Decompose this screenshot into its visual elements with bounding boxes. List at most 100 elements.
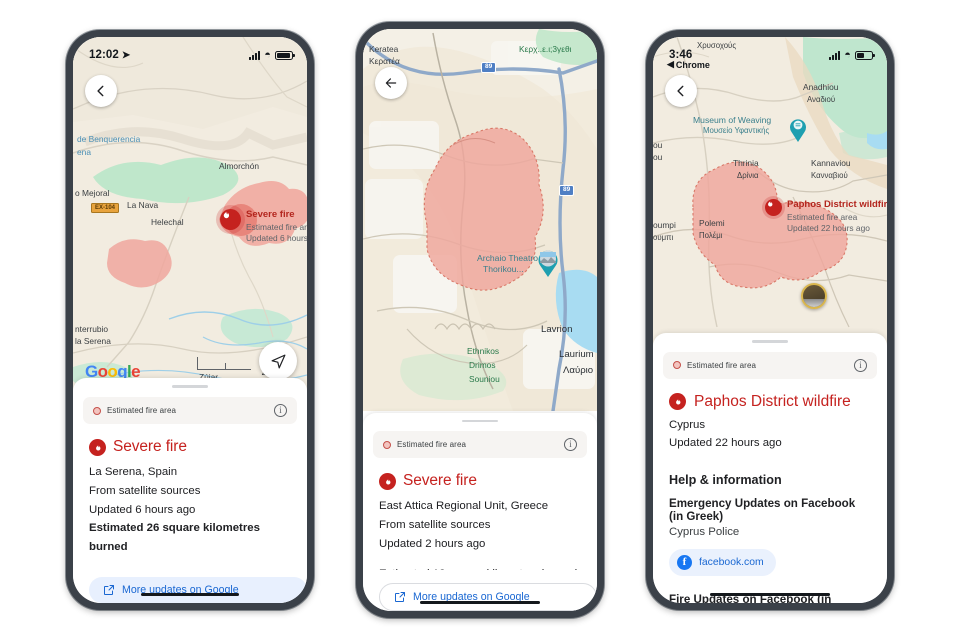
status-time: 12:02: [89, 49, 119, 61]
fire-icon-badge: [765, 199, 782, 216]
back-button[interactable]: [665, 75, 697, 107]
legend-label: Estimated fire area: [687, 360, 757, 370]
navigate-icon: [271, 354, 285, 368]
cellular-signal-icon: [249, 50, 261, 60]
fire-map-callout[interactable]: Severe fire Estimated fire area Updated …: [220, 209, 307, 244]
fire-map-callout[interactable]: Paphos District wildfire Estimated fire …: [765, 199, 887, 234]
fire-area-swatch-icon: [673, 361, 681, 370]
fire-source: From satellite sources: [379, 519, 491, 532]
road-shield-badge: EX-104: [91, 203, 120, 214]
help-link-item[interactable]: Emergency Updates on Facebook (in Greek)…: [669, 497, 871, 577]
back-arrow-icon: [385, 78, 397, 88]
fire-icon-badge: [669, 393, 686, 411]
fire-icon-badge: [220, 209, 241, 230]
legend-row: Estimated fire area i: [663, 351, 877, 379]
help-link-source: Cyprus Police: [669, 526, 740, 539]
fire-heading: Severe fire: [89, 438, 291, 456]
fire-callout-text: Severe fire Estimated fire area Updated …: [246, 209, 307, 244]
phone-spain-screen: de Benquerencia ena Almorchón o Mejoral …: [73, 37, 307, 603]
fire-location: Cyprus: [669, 418, 706, 431]
map-greece[interactable]: Keratea Κερατέα Κερχ..ε.ι;3γεθι 89 89 Ar…: [363, 29, 597, 411]
status-bar-spain: 12:02 ➤ ◓: [73, 37, 307, 67]
external-link-icon: [104, 585, 114, 595]
phone-spain: de Benquerencia ena Almorchón o Mejoral …: [66, 30, 314, 610]
more-updates-button[interactable]: More updates on Google: [379, 583, 597, 611]
info-icon[interactable]: i: [854, 358, 867, 372]
sheet-grabber[interactable]: [172, 385, 208, 388]
place-pin-icon: [790, 119, 806, 142]
back-to-app-indicator[interactable]: ◀ Chrome: [667, 59, 710, 70]
phone-greece-screen: Keratea Κερατέα Κερχ..ε.ι;3γεθι 89 89 Ar…: [363, 29, 597, 611]
fire-area-swatch-icon: [93, 406, 101, 415]
help-information-heading: Help & information: [669, 473, 782, 488]
battery-icon: [855, 50, 875, 60]
fire-location: La Serena, Spain: [89, 466, 178, 478]
fire-title: Severe fire: [403, 472, 477, 490]
wifi-icon: ◓: [264, 48, 271, 61]
map-spain[interactable]: de Benquerencia ena Almorchón o Mejoral …: [73, 37, 307, 392]
fire-callout-line2: Estimated fire area: [246, 221, 307, 232]
highway-shield: 89: [481, 62, 497, 73]
fire-callout-title: Paphos District wildfire: [787, 199, 887, 210]
fire-callout-text: Paphos District wildfire Estimated fire …: [787, 199, 887, 234]
back-arrow-icon: [97, 85, 104, 97]
status-left: 12:02 ➤: [89, 49, 130, 61]
info-icon[interactable]: i: [274, 404, 287, 417]
fire-icon-badge: [379, 472, 396, 490]
highway-shield: 89: [559, 185, 575, 196]
fire-details-sheet-greece: Estimated fire area i Severe fire East A…: [363, 413, 597, 611]
sheet-grabber[interactable]: [752, 340, 788, 343]
facebook-chip-label: facebook.com: [699, 557, 764, 569]
fire-source: From satellite sources: [89, 484, 201, 497]
fire-details-sheet-cyprus: Estimated fire area i Paphos District wi…: [653, 333, 887, 603]
fire-icon-badge: [89, 438, 106, 456]
sheet-body: Paphos District wildfire Cyprus Updated …: [653, 379, 887, 603]
recenter-button[interactable]: [259, 342, 297, 380]
phone-cyprus-screen: Χρυσοχούς Anadhiou Αναδιού Museum of Wea…: [653, 37, 887, 603]
legend-label: Estimated fire area: [397, 440, 467, 450]
fire-callout-line2: Estimated fire area: [787, 211, 858, 222]
fire-burned-area: Estimated 13 square kilometres burned: [379, 565, 581, 570]
fire-burned-area: Estimated 26 square kilometres burned: [89, 522, 260, 554]
photo-place-pin[interactable]: [535, 247, 561, 277]
phone-greece: Keratea Κερατέα Κερχ..ε.ι;3γεθι 89 89 Ar…: [356, 22, 604, 618]
cellular-signal-icon: [829, 50, 841, 60]
back-triangle-icon: ◀: [667, 59, 674, 69]
fire-heading: Paphos District wildfire: [669, 393, 871, 411]
home-indicator: [420, 600, 540, 604]
sheet-body: Severe fire La Serena, Spain From satell…: [73, 424, 307, 564]
fire-icon: [223, 210, 230, 219]
fire-callout-line3: Updated 22 hours ago: [787, 222, 870, 233]
map-cyprus[interactable]: Χρυσοχούς Anadhiou Αναδιού Museum of Wea…: [653, 37, 887, 347]
back-button[interactable]: [375, 67, 407, 99]
fire-icon: [768, 200, 773, 207]
fire-updated: Updated 22 hours ago: [669, 437, 782, 450]
info-icon[interactable]: i: [564, 438, 577, 452]
fire-title: Severe fire: [113, 438, 187, 455]
legend-row: Estimated fire area i: [373, 431, 587, 459]
legend-row: Estimated fire area i: [83, 397, 297, 424]
sheet-body: Severe fire East Attica Regional Unit, G…: [363, 458, 597, 570]
fire-updated: Updated 2 hours ago: [379, 537, 486, 550]
fire-callout-line3: Updated 6 hours ago: [246, 232, 307, 243]
more-updates-button[interactable]: More updates on Google: [89, 577, 307, 603]
battery-icon: [275, 50, 295, 60]
sheet-grabber[interactable]: [462, 420, 498, 423]
fire-icon: [676, 398, 681, 405]
location-arrow-icon: ➤: [121, 49, 131, 61]
fire-callout-title: Severe fire: [246, 209, 295, 220]
wifi-icon: ◓: [844, 48, 851, 61]
home-indicator: [710, 592, 830, 596]
museum-place-pin[interactable]: [787, 115, 809, 142]
help-link-title: Emergency Updates on Facebook (in Greek): [669, 497, 856, 524]
status-right: ◓: [249, 48, 295, 61]
facebook-icon: f: [677, 555, 692, 571]
fire-icon: [96, 443, 101, 451]
phone-cyprus: Χρυσοχούς Anadhiou Αναδιού Museum of Wea…: [646, 30, 894, 610]
back-button[interactable]: [85, 75, 117, 107]
fire-details-sheet-spain: Estimated fire area i Severe fire La Ser…: [73, 378, 307, 603]
facebook-link-chip[interactable]: f facebook.com: [669, 549, 776, 577]
external-link-icon: [395, 592, 405, 602]
photo-thumbnail-badge[interactable]: [801, 283, 827, 309]
legend-label: Estimated fire area: [107, 406, 177, 415]
